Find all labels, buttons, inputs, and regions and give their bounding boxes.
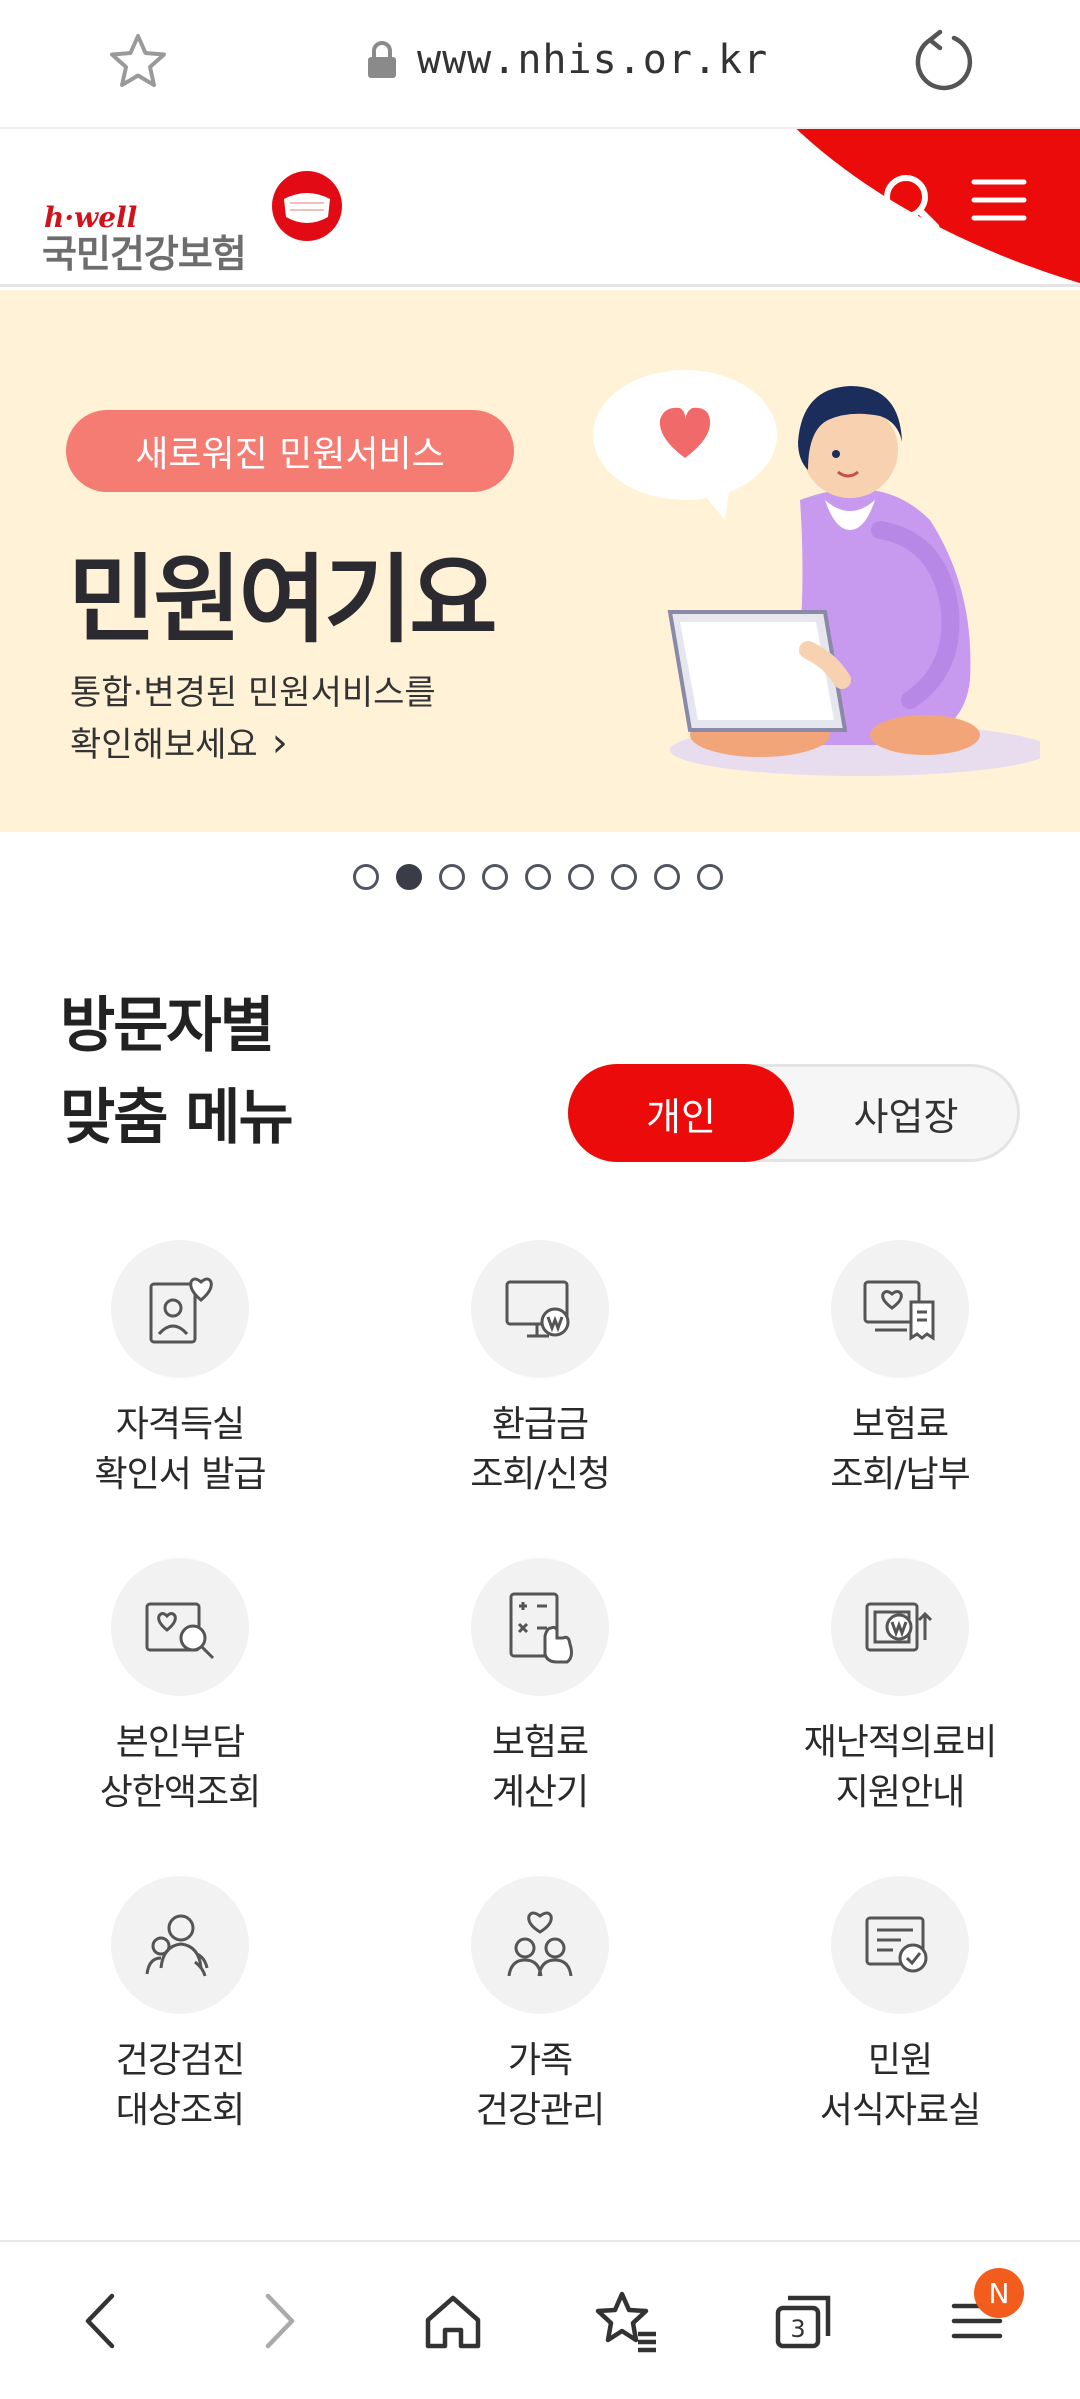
pagination-dot[interactable] (525, 864, 551, 890)
browser-bottom-nav: 3 N (0, 2240, 1080, 2399)
woman-laptop-illustration (593, 370, 1040, 776)
menu-item-line1: 본인부담 (115, 1722, 245, 1763)
visitor-type-toggle: 개인 사업장 (568, 1064, 1020, 1162)
tabs-count: 3 (790, 2315, 805, 2343)
banner-subtitle-line2: 확인해보세요 (70, 725, 258, 765)
menu-item-line1: 자격득실 (115, 1404, 245, 1445)
menu-item-line2: 건강관리 (475, 2090, 605, 2131)
monitor-won-icon (505, 1280, 570, 1338)
hamburger-menu-icon[interactable] (970, 174, 1028, 226)
menu-item-catastrophic-medical[interactable]: 재난적의료비지원안내 (750, 1558, 1050, 1818)
star-icon[interactable] (106, 30, 170, 94)
id-card-heart-icon (149, 1277, 213, 1344)
pagination-dot[interactable] (482, 864, 508, 890)
banner-subtitle-line1: 통합·변경된 민원서비스를 (70, 673, 436, 713)
pagination-dot[interactable] (439, 864, 465, 890)
toggle-personal[interactable]: 개인 (568, 1064, 794, 1162)
chevron-right-icon: › (271, 720, 288, 766)
visitor-menu-title: 방문자별 맞춤 메뉴 (60, 980, 294, 1164)
tabs-icon[interactable]: 3 (768, 2286, 838, 2356)
menu-item-line2: 확인서 발급 (94, 1454, 266, 1495)
banner-pill: 새로워진 민원서비스 (66, 410, 514, 492)
url-text: www.nhis.or.kr (417, 37, 769, 83)
forward-icon[interactable] (244, 2286, 314, 2356)
home-icon[interactable] (418, 2286, 488, 2356)
pagination-dot[interactable] (611, 864, 637, 890)
url-field[interactable]: www.nhis.or.kr (365, 28, 768, 92)
notification-badge: N (974, 2268, 1024, 2318)
banner-subtitle: 통합·변경된 민원서비스를 확인해보세요 › (70, 668, 436, 770)
browser-address-bar: www.nhis.or.kr (0, 0, 1080, 129)
mask-logo-icon (272, 171, 342, 241)
people-check-icon (145, 1914, 209, 1977)
menu-item-line1: 재난적의료비 (803, 1722, 998, 1763)
family-heart-icon (507, 1911, 573, 1977)
won-up-icon (865, 1602, 933, 1652)
pagination-dot[interactable] (353, 864, 379, 890)
reload-icon[interactable] (910, 28, 976, 94)
pagination-dot[interactable] (697, 864, 723, 890)
menu-item-premium-payment[interactable]: 보험료조회/납부 (750, 1240, 1050, 1500)
menu-item-line2: 계산기 (491, 1772, 589, 1813)
lock-icon (368, 41, 396, 78)
visitor-menu-title-line1: 방문자별 (60, 991, 275, 1061)
promo-banner[interactable]: 새로워진 민원서비스 민원여기요 통합·변경된 민원서비스를 확인해보세요 › (0, 290, 1080, 832)
heart-search-icon (145, 1602, 215, 1660)
pagination-dot-active[interactable] (396, 864, 422, 890)
pagination-dot[interactable] (568, 864, 594, 890)
site-header: h·well 국민건강보험 (0, 129, 1080, 287)
toggle-business[interactable]: 사업장 (793, 1064, 1019, 1162)
banner-title: 민원여기요 (68, 544, 498, 656)
menu-item-line1: 환급금 (491, 1404, 589, 1445)
back-icon[interactable] (66, 2286, 136, 2356)
menu-item-line1: 건강검진 (115, 2040, 245, 2081)
menu-item-line1: 민원 (867, 2040, 933, 2081)
visitor-menu-title-line2: 맞춤 메뉴 (60, 1083, 294, 1153)
menu-item-line1: 보험료 (491, 1722, 589, 1763)
menu-item-line2: 조회/납부 (830, 1454, 971, 1495)
menu-item-qualification[interactable]: 자격득실확인서 발급 (30, 1240, 330, 1500)
calculator-icon (509, 1592, 573, 1664)
search-icon[interactable] (878, 169, 944, 235)
menu-item-forms-library[interactable]: 민원서식자료실 (750, 1876, 1050, 2136)
logo-name: 국민건강보험 (42, 232, 247, 276)
menu-item-line2: 상한액조회 (99, 1772, 262, 1813)
nhis-logo[interactable]: h·well 국민건강보험 (42, 149, 352, 276)
monitor-receipt-icon (863, 1280, 935, 1341)
menu-item-line1: 가족 (507, 2040, 573, 2081)
menu-item-line1: 보험료 (851, 1404, 949, 1445)
menu-item-line2: 대상조회 (115, 2090, 245, 2131)
menu-item-premium-calculator[interactable]: 보험료계산기 (390, 1558, 690, 1818)
bookmarks-icon[interactable] (592, 2286, 662, 2356)
pagination-dot[interactable] (654, 864, 680, 890)
menu-item-line2: 지원안내 (835, 1772, 965, 1813)
menu-item-family-health[interactable]: 가족건강관리 (390, 1876, 690, 2136)
menu-item-line2: 조회/신청 (470, 1454, 611, 1495)
menu-item-health-checkup[interactable]: 건강검진대상조회 (30, 1876, 330, 2136)
menu-item-refund[interactable]: 환급금조회/신청 (390, 1240, 690, 1500)
menu-item-line2: 서식자료실 (819, 2090, 982, 2131)
document-check-icon (865, 1916, 928, 1973)
menu-item-copay-limit[interactable]: 본인부담상한액조회 (30, 1558, 330, 1818)
banner-pagination (0, 864, 1080, 890)
